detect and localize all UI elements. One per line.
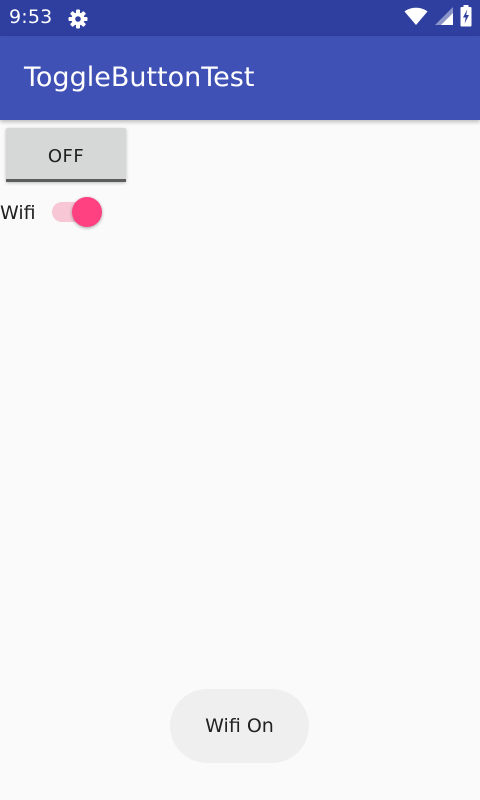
signal-icon bbox=[434, 6, 454, 30]
app-title: ToggleButtonTest bbox=[24, 62, 255, 93]
app-bar: ToggleButtonTest bbox=[0, 36, 480, 120]
toast-text: Wifi On bbox=[205, 715, 274, 737]
settings-gear-icon bbox=[68, 9, 88, 29]
battery-icon bbox=[460, 5, 472, 31]
wifi-label: Wifi bbox=[0, 202, 36, 224]
toggle-button-label: OFF bbox=[47, 145, 85, 167]
toggle-button[interactable]: OFF bbox=[6, 128, 126, 182]
wifi-switch[interactable] bbox=[50, 196, 106, 230]
toggle-button-indicator bbox=[6, 179, 126, 182]
status-bar: 9:53 bbox=[0, 0, 480, 36]
wifi-switch-thumb[interactable] bbox=[72, 197, 102, 227]
status-icons bbox=[404, 5, 472, 31]
status-time: 9:53 bbox=[9, 6, 53, 28]
wifi-icon bbox=[404, 6, 428, 30]
toast: Wifi On bbox=[170, 689, 309, 763]
